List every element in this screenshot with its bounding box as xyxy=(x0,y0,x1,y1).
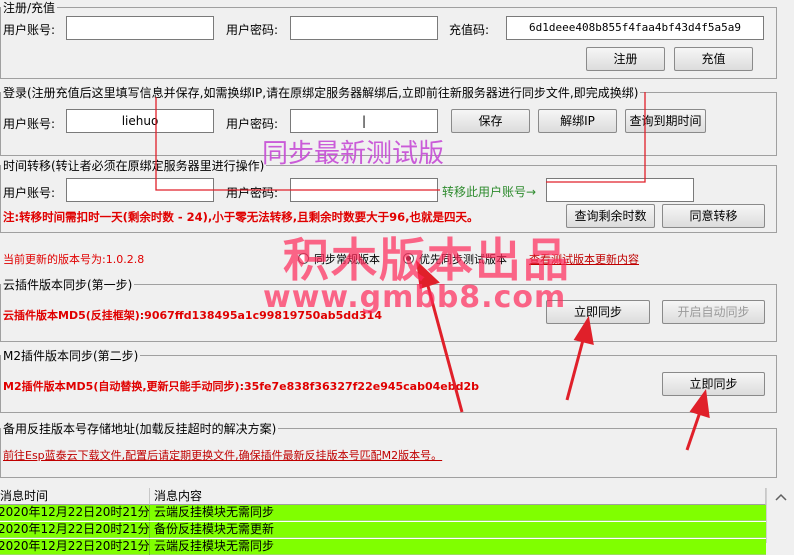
register-button[interactable]: 注册 xyxy=(586,47,665,71)
recharge-code-input[interactable]: 6d1deee408b855f4faa4bf43d4f5a5a9 xyxy=(506,16,764,40)
radio-normal-version[interactable] xyxy=(298,253,309,264)
query-expire-button[interactable]: 查询到期时间 xyxy=(625,109,706,133)
register-password-label: 用户密码: xyxy=(226,23,279,37)
login-password-input[interactable]: | xyxy=(290,109,438,133)
current-version-label: 当前更新的版本号为:1.0.2.8 xyxy=(3,253,145,266)
log-grid: 消息时间 消息内容 2020年12月22日20时21分... 云端反挂模块无需同… xyxy=(0,488,794,555)
radio-test-version[interactable] xyxy=(403,253,414,264)
log-row[interactable]: 2020年12月22日20时21分... 云端反挂模块无需同步 xyxy=(0,539,766,555)
backup-download-link[interactable]: 前往Esp蓝泰云下载文件,配置后请定期更换文件,确保插件最新反挂版本号匹配M2版… xyxy=(3,447,442,463)
log-row-content: 云端反挂模块无需同步 xyxy=(154,505,275,519)
transfer-account-label: 用户账号: xyxy=(3,186,56,200)
backup-legend: 备用反挂版本号存储地址(加载反挂超时的解决方案) xyxy=(1,420,279,437)
log-scrollbar[interactable] xyxy=(766,488,794,543)
cloud-sync-button[interactable]: 立即同步 xyxy=(546,300,650,324)
log-row-time: 2020年12月22日20时21分... xyxy=(0,539,150,555)
recharge-button[interactable]: 充值 xyxy=(674,47,753,71)
log-header-time[interactable]: 消息时间 xyxy=(0,488,150,505)
recharge-code-label: 充值码: xyxy=(449,23,490,37)
register-legend: 注册/充值 xyxy=(1,0,58,16)
view-test-changes-link[interactable]: 查看测试版本更新内容 xyxy=(529,251,639,267)
register-account-input[interactable] xyxy=(66,16,214,40)
transfer-account-input[interactable] xyxy=(66,178,214,202)
log-row[interactable]: 2020年12月22日20时21分... 备份反挂模块无需更新 xyxy=(0,522,766,538)
transfer-target-label: 转移此用户账号→ xyxy=(442,185,537,199)
agree-transfer-button[interactable]: 同意转移 xyxy=(662,204,765,228)
log-row-time: 2020年12月22日20时21分... xyxy=(0,505,150,521)
scroll-up-icon[interactable] xyxy=(767,490,794,504)
log-row-content: 备份反挂模块无需更新 xyxy=(154,522,275,536)
transfer-password-input[interactable] xyxy=(290,178,438,202)
m2-sync-legend: M2插件版本同步(第二步) xyxy=(1,347,141,364)
radio-test-version-label[interactable]: 优先同步测试版本 xyxy=(419,251,507,267)
login-account-input[interactable]: liehuo xyxy=(66,109,214,133)
query-remaining-button[interactable]: 查询剩余时数 xyxy=(566,204,655,228)
transfer-target-input[interactable] xyxy=(546,178,694,202)
log-row[interactable]: 2020年12月22日20时21分... 云端反挂模块无需同步 xyxy=(0,505,766,521)
cloud-md5-text: 云插件版本MD5(反挂框架):9067ffd138495a1c99819750a… xyxy=(3,309,382,322)
save-button[interactable]: 保存 xyxy=(451,109,530,133)
transfer-password-label: 用户密码: xyxy=(226,186,279,200)
log-header-content[interactable]: 消息内容 xyxy=(150,488,766,505)
login-password-label: 用户密码: xyxy=(226,117,279,131)
register-account-label: 用户账号: xyxy=(3,23,56,37)
transfer-notice: 注:转移时间需扣时一天(剩余时数 - 24),小于零无法转移,且剩余时数要大于9… xyxy=(3,210,479,224)
transfer-legend: 时间转移(转让者必须在原绑定服务器里进行操作) xyxy=(1,157,267,174)
log-row-content: 云端反挂模块无需同步 xyxy=(154,539,275,553)
m2-md5-text: M2插件版本MD5(自动替换,更新只能手动同步):35fe7e838f36327… xyxy=(3,380,480,393)
radio-normal-version-label[interactable]: 同步常规版本 xyxy=(314,251,380,267)
unbind-ip-button[interactable]: 解绑IP xyxy=(538,109,617,133)
m2-sync-button[interactable]: 立即同步 xyxy=(662,372,765,396)
register-password-input[interactable] xyxy=(290,16,438,40)
login-account-label: 用户账号: xyxy=(3,117,56,131)
auto-sync-button[interactable]: 开启自动同步 xyxy=(662,300,765,324)
log-row-time: 2020年12月22日20时21分... xyxy=(0,522,150,538)
login-legend: 登录(注册充值后这里填写信息并保存,如需换绑IP,请在原绑定服务器解绑后,立即前… xyxy=(1,84,641,101)
cloud-sync-legend: 云插件版本同步(第一步) xyxy=(1,276,135,293)
